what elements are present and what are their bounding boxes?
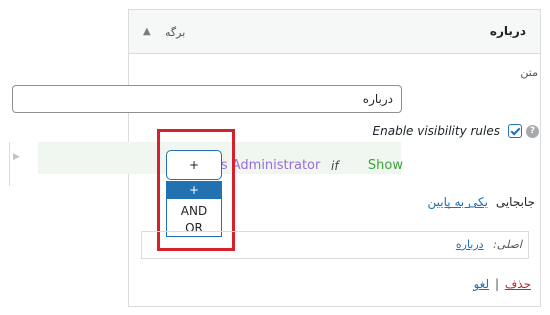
widget-actions: حذف | لغو (473, 277, 531, 291)
original-info-box: اصلی: درباره (141, 231, 529, 259)
delete-link[interactable]: حذف (505, 277, 531, 291)
visibility-label: Enable visibility rules (372, 124, 500, 138)
triangle-up-icon[interactable]: ▲ (143, 26, 151, 37)
visibility-checkbox[interactable] (508, 124, 522, 138)
actions-separator: | (494, 277, 500, 291)
visibility-toggle-row: ? Enable visibility rules (373, 123, 539, 139)
cancel-link[interactable]: لغو (473, 277, 489, 291)
move-down-link[interactable]: یکی به پایین (428, 195, 488, 209)
rule-if-label: if (331, 159, 339, 173)
text-field-input[interactable] (12, 85, 402, 113)
move-row: جابجایی یکی به پایین (428, 195, 535, 209)
collapse-arrow-icon[interactable]: ▶ (13, 152, 20, 162)
move-label: جابجایی (495, 195, 535, 209)
widget-area-label: برگه (165, 26, 186, 39)
rule-show-action[interactable]: Show (368, 158, 403, 173)
text-field-label: متن (520, 66, 538, 79)
widget-header[interactable]: ▲ برگه درباره (129, 10, 540, 54)
original-link[interactable]: درباره (456, 238, 484, 251)
original-label: اصلی: (493, 238, 522, 251)
help-icon[interactable]: ? (526, 124, 539, 138)
widget-title: درباره (489, 24, 526, 38)
